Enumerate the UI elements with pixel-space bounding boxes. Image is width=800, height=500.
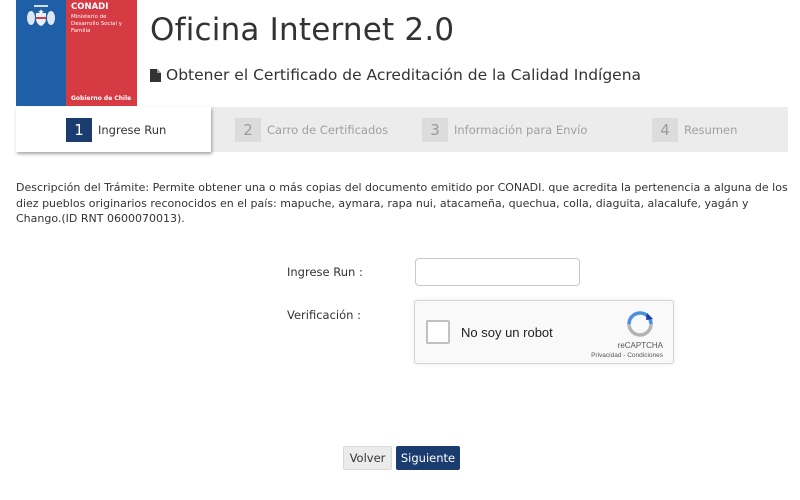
step-number: 3 [422,117,448,142]
logo-ministry: Ministerio de Desarrollo Social y Famili… [71,14,123,34]
recaptcha-links[interactable]: Privacidad - Condiciones [591,352,663,359]
chile-coat-of-arms-icon [27,5,55,26]
verification-label: Verificación : [287,308,361,322]
wizard-steps: 1 Ingrese Run 2 Carro de Certificados 3 … [16,107,788,152]
step-label: Ingrese Run [98,122,167,137]
step-label: Resumen [684,122,738,137]
step-label: Información para Envío [454,122,588,137]
logo-government: Gobierno de Chile [71,95,132,102]
step-informacion-para-envio[interactable]: 3 Información para Envío [422,107,587,152]
app-title: Oficina Internet 2.0 [150,12,455,48]
run-input[interactable] [415,258,580,286]
subtitle-text: Obtener el Certificado de Acreditación d… [166,66,642,84]
logo-red-panel: CONADI Ministerio de Desarrollo Social y… [66,0,137,106]
recaptcha-icon [627,311,653,337]
document-icon [150,68,161,82]
step-number: 2 [235,117,261,142]
procedure-description: Descripción del Trámite: Permite obtener… [16,181,788,225]
step-ingrese-run[interactable]: 1 Ingrese Run [16,107,211,152]
page-subtitle: Obtener el Certificado de Acreditación d… [150,66,641,84]
run-label: Ingrese Run : [287,265,363,279]
step-number: 4 [652,117,678,142]
step-carro-de-certificados[interactable]: 2 Carro de Certificados [235,107,388,152]
recaptcha-label: No soy un robot [461,325,553,340]
recaptcha-widget: No soy un robot reCAPTCHA Privacidad - C… [414,300,674,364]
recaptcha-brand: reCAPTCHA [617,341,663,350]
recaptcha-checkbox[interactable] [426,320,450,344]
logo-org-name: CONADI [71,2,109,12]
logo-blue-panel [16,0,66,106]
step-label: Carro de Certificados [267,122,389,137]
step-number: 1 [66,117,92,142]
conadi-logo: CONADI Ministerio de Desarrollo Social y… [16,0,137,106]
step-resumen[interactable]: 4 Resumen [652,107,737,152]
back-button[interactable]: Volver [343,446,392,470]
next-button[interactable]: Siguiente [396,446,460,470]
